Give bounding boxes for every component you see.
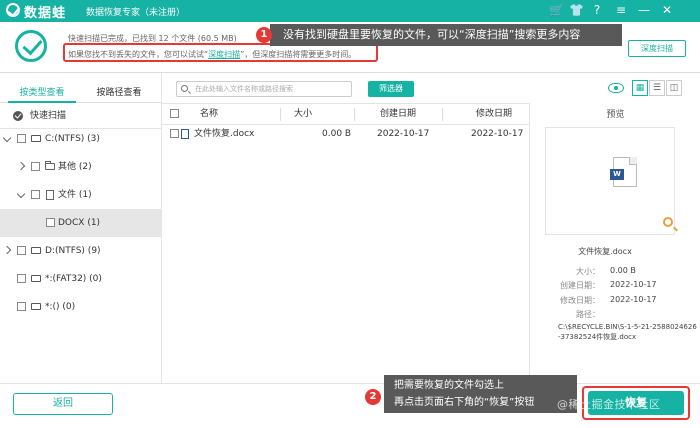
tree-checkbox[interactable] xyxy=(17,134,26,143)
table-row[interactable]: 文件恢复.docx 0.00 B 2022-10-17 2022-10-17 xyxy=(162,125,529,143)
callout-2-line1: 把需要恢复的文件勾选上 xyxy=(394,380,504,391)
app-subtitle: 数据恢复专家（未注册） xyxy=(86,8,186,18)
tree-item-c-drive[interactable]: C:(NTFS) (3) xyxy=(0,125,162,153)
col-name[interactable]: 名称 xyxy=(200,104,218,125)
back-button[interactable]: 返回 xyxy=(13,393,113,415)
minimize-icon[interactable]: — xyxy=(637,3,651,18)
tree-label: *:(FAT32) (0) xyxy=(45,274,102,284)
tree-checkbox[interactable] xyxy=(17,274,26,283)
eye-icon[interactable] xyxy=(608,83,624,93)
tab-by-type[interactable]: 按类型查看 xyxy=(12,85,72,98)
check-circle-icon xyxy=(13,111,23,121)
col-divider xyxy=(354,108,355,121)
cart-icon[interactable]: 🛒 xyxy=(549,3,564,18)
close-icon[interactable]: ✕ xyxy=(660,3,674,18)
cell-name: 文件恢复.docx xyxy=(194,129,255,139)
search-placeholder: 在此处输入文件名称或路径搜索 xyxy=(195,85,293,93)
zoom-icon[interactable] xyxy=(663,217,673,227)
tree-label: *:() (0) xyxy=(45,302,76,312)
callout-2-line2: 再点击页面右下角的“恢复”按钮 xyxy=(394,397,535,408)
size-value: 0.00 B xyxy=(610,266,636,275)
tree-label: C:(NTFS) (3) xyxy=(45,134,100,144)
tree-label: D:(NTFS) (9) xyxy=(45,246,101,256)
tree-item-files[interactable]: 文件 (1) xyxy=(0,181,162,209)
col-divider xyxy=(280,108,281,121)
chevron-down-icon[interactable] xyxy=(16,189,26,199)
tree-checkbox[interactable] xyxy=(46,218,55,227)
tree-label: DOCX (1) xyxy=(58,218,101,228)
shirt-icon[interactable]: 👕 xyxy=(569,3,584,18)
drive-icon xyxy=(31,303,41,310)
tree-checkbox[interactable] xyxy=(31,190,40,199)
drive-icon xyxy=(31,275,41,282)
app-name: 数据蛙 xyxy=(24,6,67,21)
size-label: 大小： xyxy=(576,267,600,276)
row-checkbox[interactable] xyxy=(170,129,179,138)
path-value: C:\$RECYCLE.BIN\S-1-5-21-2588024626-3738… xyxy=(558,323,697,341)
drive-icon xyxy=(31,135,41,142)
callout-tip-2: 把需要恢复的文件勾选上 再点击页面右下角的“恢复”按钮 xyxy=(384,375,577,413)
tree-checkbox[interactable] xyxy=(31,162,40,171)
detail-view-icon[interactable]: ◫ xyxy=(666,80,682,96)
tree-item-unknown[interactable]: *:() (0) xyxy=(0,293,162,321)
tree-label: 文件 (1) xyxy=(58,190,92,200)
file-toolbar: 在此处输入文件名称或路径搜索 筛选器 ▦ ☰ ◫ xyxy=(162,73,700,103)
search-icon xyxy=(181,85,188,92)
created-value: 2022-10-17 xyxy=(610,280,657,289)
grid-view-icon[interactable]: ▦ xyxy=(632,80,648,96)
preview-box xyxy=(545,127,675,235)
table-header: 名称 大小 创建日期 修改日期 xyxy=(162,103,529,125)
tree-item-d-drive[interactable]: D:(NTFS) (9) xyxy=(0,237,162,265)
tree-checkbox[interactable] xyxy=(17,302,26,311)
drive-icon xyxy=(31,247,41,254)
tree-item-fat32[interactable]: *:(FAT32) (0) xyxy=(0,265,162,293)
tree-checkbox[interactable] xyxy=(17,246,26,255)
callout-number-1: 1 xyxy=(256,27,272,43)
watermark: @稀土掘金技术社区 xyxy=(557,398,661,411)
callout-number-2: 2 xyxy=(365,389,381,405)
col-created[interactable]: 创建日期 xyxy=(380,104,416,125)
tree-label: 其他 (2) xyxy=(58,162,92,172)
app-window: 数据蛙 数据恢复专家（未注册） 🛒 👕 ? ≡ — ✕ 快速扫描已完成，已找到 … xyxy=(0,0,700,428)
word-file-icon xyxy=(181,129,189,139)
col-size[interactable]: 大小 xyxy=(294,104,312,125)
folder-icon xyxy=(45,161,55,170)
chevron-right-icon[interactable] xyxy=(2,245,12,255)
created-label: 创建日期： xyxy=(560,281,600,290)
deep-scan-button[interactable]: 深度扫描 xyxy=(628,40,686,57)
callout-tip-1: 没有找到硬盘里要恢复的文件，可以“深度扫描”搜索更多内容 xyxy=(270,24,622,46)
cell-size: 0.00 B xyxy=(322,129,352,139)
modified-label: 修改日期： xyxy=(560,296,600,305)
preview-file-name: 文件恢复.docx xyxy=(578,247,632,256)
tree-item-docx[interactable]: DOCX (1) xyxy=(0,209,162,237)
word-document-icon: W xyxy=(610,157,637,187)
chevron-down-icon[interactable] xyxy=(2,133,12,143)
tab-by-path[interactable]: 按路径查看 xyxy=(89,85,149,98)
menu-icon[interactable]: ≡ xyxy=(614,3,628,18)
search-input[interactable]: 在此处输入文件名称或路径搜索 xyxy=(176,81,352,97)
cell-modified: 2022-10-17 xyxy=(471,129,524,139)
preview-title: 预览 xyxy=(606,110,625,120)
path-label: 路径： xyxy=(576,310,600,319)
chevron-right-icon[interactable] xyxy=(16,161,26,171)
col-modified[interactable]: 修改日期 xyxy=(476,104,512,125)
tree-item-other[interactable]: 其他 (2) xyxy=(0,153,162,181)
app-logo-icon xyxy=(6,3,20,17)
list-view-icon[interactable]: ☰ xyxy=(649,80,665,96)
left-panel: 按类型查看 按路径查看 快速扫描 C:(NTFS) (3) 其他 (2) 文件 … xyxy=(0,73,162,383)
select-all-checkbox[interactable] xyxy=(170,109,179,118)
title-bar: 数据蛙 数据恢复专家（未注册） 🛒 👕 ? ≡ — ✕ xyxy=(0,0,700,22)
col-divider xyxy=(442,108,443,121)
help-icon[interactable]: ? xyxy=(590,3,604,18)
filter-button[interactable]: 筛选器 xyxy=(368,81,414,97)
preview-panel: 预览 W 文件恢复.docx 大小： 0.00 B 创建日期： 2022-10-… xyxy=(529,103,700,383)
file-icon xyxy=(46,190,54,200)
cell-created: 2022-10-17 xyxy=(377,129,430,139)
scan-complete-icon xyxy=(15,30,47,62)
modified-value: 2022-10-17 xyxy=(610,295,657,304)
